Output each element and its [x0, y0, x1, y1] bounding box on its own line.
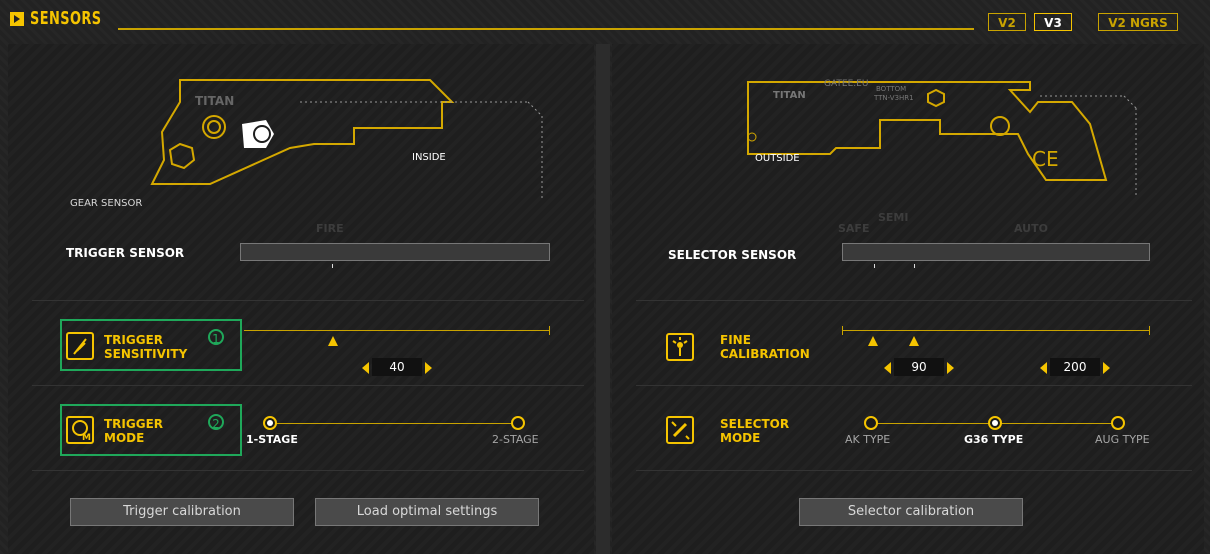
sensors-window: SENSORS V2 V3 V2 NGRS TITAN INSIDE GEAR … [0, 0, 1210, 554]
auto-label: AUTO [1014, 222, 1048, 235]
option-1-stage[interactable]: 1-STAGE [246, 433, 298, 446]
increase-icon[interactable] [425, 362, 432, 374]
separator [636, 385, 1192, 386]
svg-text:CE: CE [1032, 147, 1059, 171]
sensitivity-slider-handle[interactable] [328, 336, 338, 346]
fine-calibration-track[interactable] [842, 330, 1150, 331]
inside-label: INSIDE [412, 152, 446, 163]
label-line-2: MODE [720, 431, 761, 445]
fine-stepper-2[interactable]: 200 [1040, 358, 1110, 376]
gearbox-inside-diagram [150, 79, 543, 200]
sensitivity-track[interactable] [244, 330, 550, 331]
title-underline [118, 28, 974, 30]
selector-sensor-tick-safe [874, 264, 875, 268]
selector-sensor-label: SELECTOR SENSOR [668, 248, 797, 262]
svg-text:M: M [82, 433, 91, 443]
tab-v2[interactable]: V2 [988, 13, 1026, 31]
label-line-1: TRIGGER [104, 333, 164, 347]
safe-label: SAFE [838, 222, 870, 235]
decrease-icon[interactable] [884, 362, 891, 374]
panel-divider [596, 44, 610, 554]
trigger-calibration-button[interactable]: Trigger calibration [70, 498, 294, 526]
increase-icon[interactable] [1103, 362, 1110, 374]
trigger-sensitivity-label: TRIGGER SENSITIVITY [104, 333, 187, 361]
fine-track-start [842, 326, 843, 335]
label-line-1: FINE [720, 333, 751, 347]
feather-icon [66, 332, 94, 360]
load-optimal-settings-button[interactable]: Load optimal settings [315, 498, 539, 526]
label-line-1: TRIGGER [104, 417, 164, 431]
gun-brand-text: TITAN [773, 90, 806, 101]
sensitivity-track-end [549, 326, 550, 335]
option-g36-type[interactable]: G36 TYPE [964, 433, 1023, 446]
tab-v3[interactable]: V3 [1034, 13, 1072, 31]
radio-g36-type[interactable] [988, 416, 1002, 430]
separator [636, 300, 1192, 301]
selector-mode-icon [666, 416, 694, 444]
fine-calibration-label: FINE CALIBRATION [720, 333, 810, 361]
selector-sensor-tick-semi [914, 264, 915, 268]
separator [32, 470, 584, 471]
trigger-sensor-bar [240, 243, 550, 261]
tab-v2-ngrs[interactable]: V2 NGRS [1098, 13, 1178, 31]
radio-1-stage[interactable] [263, 416, 277, 430]
gun-site-text: GATEE.EU [824, 79, 869, 89]
gun-model-text: TTN-V3HR1 [874, 94, 914, 102]
page-title: SENSORS [30, 8, 102, 29]
badge-1: 1 [208, 329, 224, 346]
semi-slider-handle[interactable] [909, 336, 919, 346]
separator [32, 385, 584, 386]
header: SENSORS V2 V3 V2 NGRS [0, 0, 1210, 38]
label-line-2: SENSITIVITY [104, 347, 188, 361]
label-line-2: MODE [104, 431, 145, 445]
label-line-2: CALIBRATION [720, 347, 810, 361]
fine-track-end [1149, 326, 1150, 335]
selector-calibration-button[interactable]: Selector calibration [799, 498, 1023, 526]
fine-value-2: 200 [1050, 358, 1100, 376]
radio-aug-type[interactable] [1111, 416, 1125, 430]
sensitivity-stepper[interactable]: 40 [362, 358, 432, 376]
separator [636, 470, 1192, 471]
trigger-mode-label: TRIGGER MODE [104, 417, 163, 445]
selector-mode-label: SELECTOR MODE [720, 417, 789, 445]
trigger-mode-track [272, 423, 516, 424]
trigger-mode-icon: M [66, 416, 94, 444]
outside-label: OUTSIDE [755, 153, 800, 164]
increase-icon[interactable] [947, 362, 954, 374]
radio-2-stage[interactable] [511, 416, 525, 430]
option-aug-type[interactable]: AUG TYPE [1095, 433, 1150, 446]
label-line-1: SELECTOR [720, 417, 790, 431]
sensors-logo-icon [10, 12, 24, 26]
trigger-sensor-label: TRIGGER SENSOR [66, 246, 185, 260]
safe-slider-handle[interactable] [868, 336, 878, 346]
fine-stepper-1[interactable]: 90 [884, 358, 954, 376]
sensitivity-value: 40 [372, 358, 422, 376]
gun-brand-text: TITAN [195, 94, 235, 108]
trigger-sensor-tick [332, 264, 333, 268]
option-2-stage[interactable]: 2-STAGE [492, 433, 539, 446]
option-ak-type[interactable]: AK TYPE [845, 433, 890, 446]
gear-sensor-label: GEAR SENSOR [70, 198, 143, 209]
gun-bottom-text: BOTTOM [876, 85, 907, 93]
fine-calibration-icon [666, 333, 694, 361]
fine-value-1: 90 [894, 358, 944, 376]
badge-2: 2 [208, 414, 224, 431]
selector-sensor-bar [842, 243, 1150, 261]
semi-label: SEMI [878, 211, 909, 224]
decrease-icon[interactable] [362, 362, 369, 374]
radio-ak-type[interactable] [864, 416, 878, 430]
decrease-icon[interactable] [1040, 362, 1047, 374]
separator [32, 300, 584, 301]
fire-label: FIRE [316, 222, 344, 235]
